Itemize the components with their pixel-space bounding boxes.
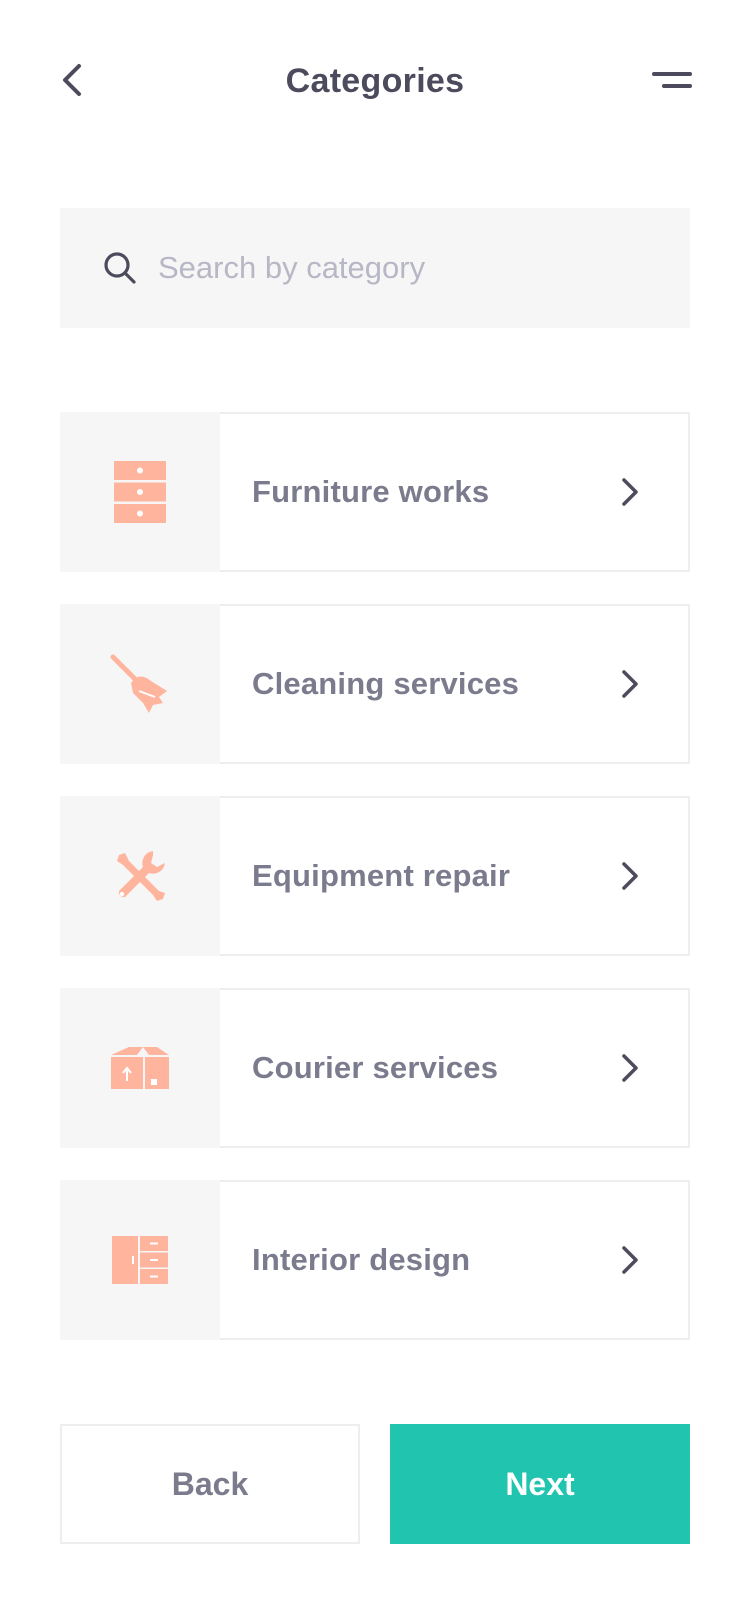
category-icon-box <box>60 988 220 1148</box>
category-list: Furniture works Cleaning services Equipm… <box>60 412 690 1372</box>
category-label: Interior design <box>252 1242 471 1277</box>
next-button[interactable]: Next <box>390 1424 690 1544</box>
chevron-right-icon <box>610 1046 650 1090</box>
category-item-interior-design[interactable]: Interior design <box>60 1180 690 1340</box>
category-icon-box <box>60 604 220 764</box>
chevron-right-icon <box>610 1238 650 1282</box>
search-icon <box>104 252 136 284</box>
category-item-equipment-repair[interactable]: Equipment repair <box>60 796 690 956</box>
search-input[interactable] <box>158 238 658 298</box>
category-item-furniture-works[interactable]: Furniture works <box>60 412 690 572</box>
wardrobe-icon <box>112 1236 168 1284</box>
page-title: Categories <box>285 62 465 100</box>
category-label: Cleaning services <box>252 666 520 701</box>
category-item-cleaning-services[interactable]: Cleaning services <box>60 604 690 764</box>
category-icon-box <box>60 412 220 572</box>
header: Categories <box>0 0 750 170</box>
chevron-right-icon <box>610 662 650 706</box>
package-box-icon <box>111 1047 169 1089</box>
category-item-courier-services[interactable]: Courier services <box>60 988 690 1148</box>
drawer-cabinet-icon <box>114 461 166 523</box>
menu-icon <box>652 72 692 88</box>
search-bar[interactable] <box>60 208 690 328</box>
chevron-right-icon <box>610 470 650 514</box>
category-label: Equipment repair <box>252 858 511 893</box>
back-button[interactable]: Back <box>60 1424 360 1544</box>
chevron-right-icon <box>610 854 650 898</box>
category-icon-box <box>60 1180 220 1340</box>
wrench-screwdriver-icon <box>117 851 165 901</box>
menu-button[interactable] <box>646 62 698 98</box>
broom-icon <box>110 654 167 713</box>
category-label: Courier services <box>252 1050 499 1085</box>
category-icon-box <box>60 796 220 956</box>
category-label: Furniture works <box>252 474 490 509</box>
